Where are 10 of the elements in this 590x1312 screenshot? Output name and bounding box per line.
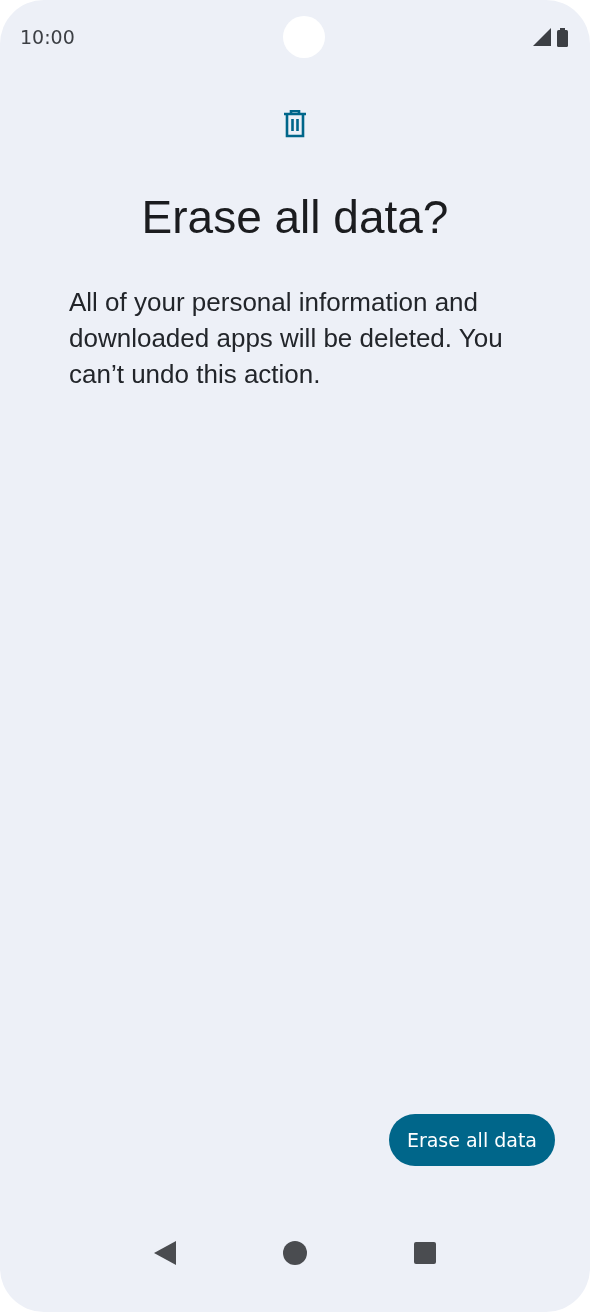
recents-icon[interactable] (414, 1242, 437, 1264)
trash-icon (283, 110, 307, 138)
status-time: 10:00 (20, 26, 75, 48)
battery-icon (557, 27, 568, 47)
erase-button[interactable]: Erase all data (388, 1114, 555, 1166)
signal-icon (533, 28, 551, 46)
home-icon[interactable] (283, 1241, 307, 1265)
dialog-message: All of your personal information and downloaded apps will be deleted. You can’t undo this action. (69, 286, 504, 391)
dialog-title: Erase all data? (141, 190, 449, 244)
back-icon[interactable] (153, 1241, 176, 1265)
